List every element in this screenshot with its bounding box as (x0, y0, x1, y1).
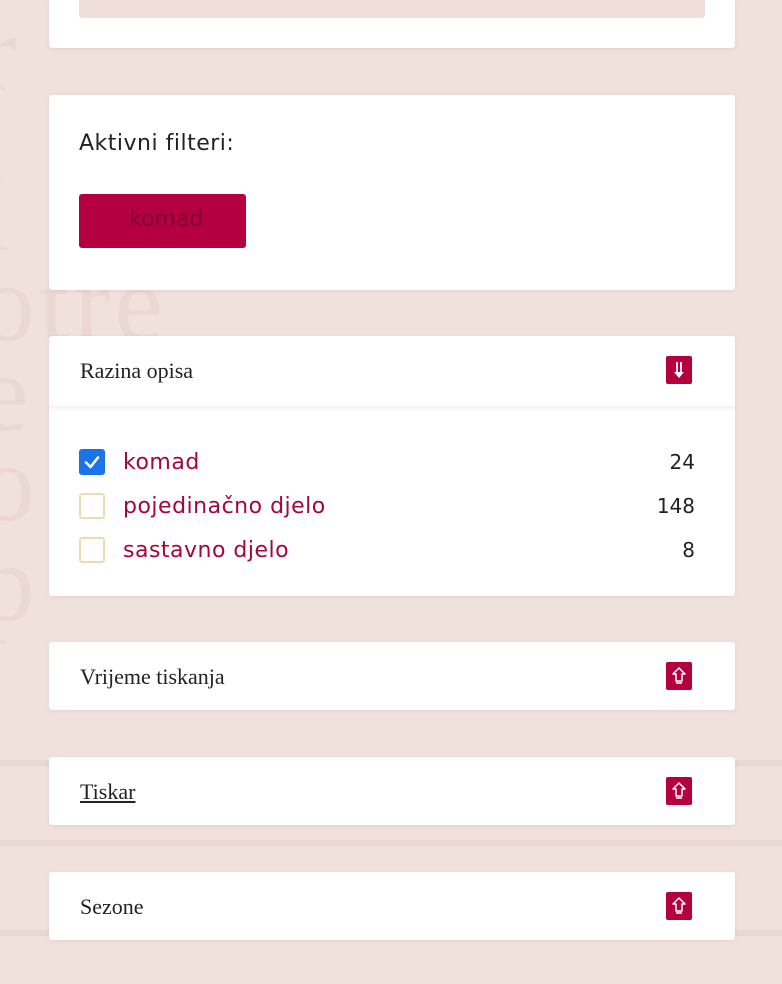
facet-title[interactable]: Sezone (80, 872, 144, 942)
search-field-partial[interactable] (79, 0, 705, 18)
facet-option-count: 8 (682, 538, 695, 562)
bg-decor (0, 840, 782, 846)
facet-razina-opisa: Razina opisa komad 24 pojedinačno djelo … (49, 336, 735, 596)
bg-decor: r (0, 0, 21, 117)
search-card (49, 0, 735, 48)
expand-arrow-up-icon[interactable] (666, 777, 692, 805)
active-filter-chip-label: komad (129, 207, 204, 232)
expand-arrow-up-icon[interactable] (666, 662, 692, 690)
checkbox-checked[interactable] (79, 449, 105, 475)
facet-option-pojedinacno-djelo[interactable]: pojedinačno djelo 148 (79, 484, 695, 528)
facet-title[interactable]: Razina opisa (80, 336, 193, 406)
facet-title[interactable]: Tiskar (80, 757, 135, 827)
facet-header[interactable]: Razina opisa (49, 336, 735, 406)
expand-arrow-up-icon[interactable] (666, 892, 692, 920)
bg-decor: p (0, 522, 39, 644)
facet-header[interactable]: Tiskar (49, 757, 735, 827)
check-icon (84, 456, 100, 469)
facet-vrijeme-tiskanja: Vrijeme tiskanja (49, 642, 735, 710)
facet-divider (49, 406, 735, 412)
active-filter-chip[interactable]: komad (79, 194, 246, 248)
facet-option-label[interactable]: komad (123, 450, 200, 475)
facet-header[interactable]: Vrijeme tiskanja (49, 642, 735, 712)
bg-decor: l (0, 150, 15, 277)
bg-decor: e (0, 332, 33, 454)
facet-sezone: Sezone (49, 872, 735, 940)
facet-option-label[interactable]: pojedinačno djelo (123, 494, 326, 519)
facet-tiskar: Tiskar (49, 757, 735, 825)
bg-decor: o (0, 422, 39, 544)
checkbox[interactable] (79, 493, 105, 519)
bg-decor: , (0, 80, 12, 207)
facet-title[interactable]: Vrijeme tiskanja (80, 642, 225, 712)
facet-option-komad[interactable]: komad 24 (79, 440, 695, 484)
facet-option-count: 148 (656, 494, 695, 518)
collapse-arrow-down-icon[interactable] (666, 356, 692, 384)
active-filters-panel: Aktivni filteri: komad (49, 95, 735, 290)
facet-option-label[interactable]: sastavno djelo (123, 538, 289, 563)
facet-option-list: komad 24 pojedinačno djelo 148 sastavno … (79, 440, 695, 572)
active-filters-title: Aktivni filteri: (79, 131, 235, 156)
facet-option-count: 24 (669, 450, 695, 474)
facet-header[interactable]: Sezone (49, 872, 735, 942)
checkbox[interactable] (79, 537, 105, 563)
facet-option-sastavno-djelo[interactable]: sastavno djelo 8 (79, 528, 695, 572)
